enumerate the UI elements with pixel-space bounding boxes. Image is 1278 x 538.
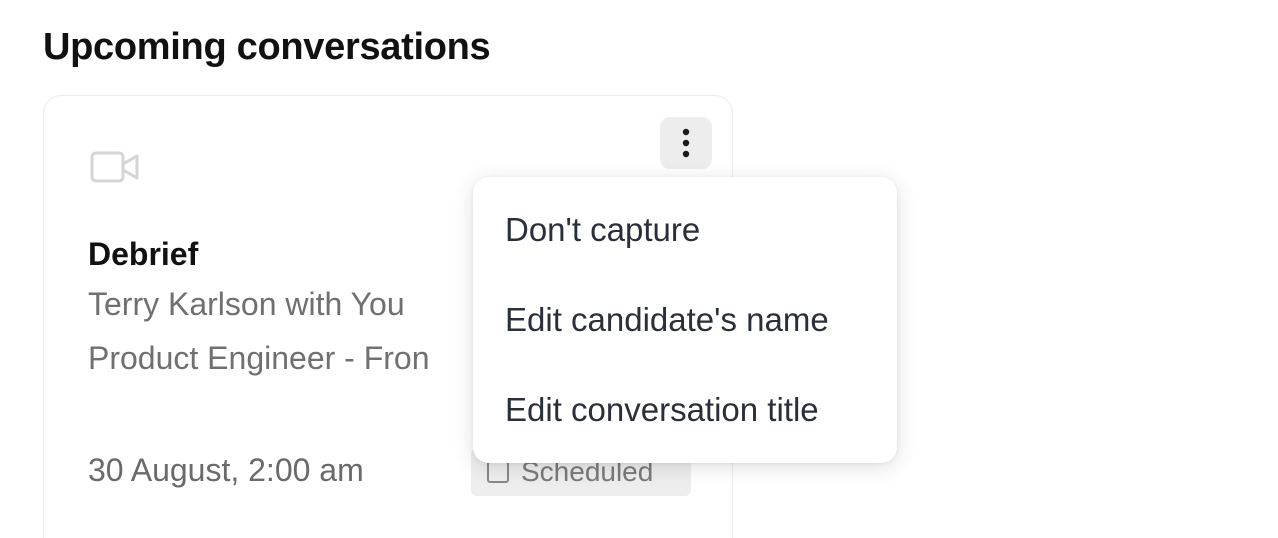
- conversation-title: Debrief: [88, 236, 199, 272]
- conversation-role: Product Engineer - Fron: [88, 340, 430, 376]
- calendar-icon: [487, 461, 509, 483]
- menu-item-edit-conversation-title[interactable]: Edit conversation title: [473, 375, 897, 445]
- menu-item-edit-candidate-name[interactable]: Edit candidate's name: [473, 285, 897, 355]
- conversation-datetime: 30 August, 2:00 am: [88, 452, 364, 488]
- page: Upcoming conversations Debrief Terry Kar…: [0, 0, 1278, 538]
- more-options-button[interactable]: [660, 117, 712, 169]
- conversation-options-menu: Don't capture Edit candidate's name Edit…: [473, 177, 897, 463]
- menu-item-dont-capture[interactable]: Don't capture: [473, 195, 897, 265]
- section-title: Upcoming conversations: [43, 26, 491, 68]
- video-camera-icon: [89, 150, 141, 184]
- more-vertical-icon: [682, 128, 690, 158]
- conversation-participants: Terry Karlson with You: [88, 286, 405, 322]
